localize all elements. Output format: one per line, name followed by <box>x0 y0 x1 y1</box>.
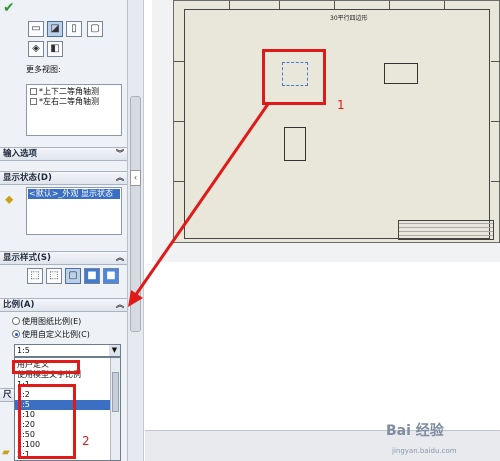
wireframe-style-button[interactable]: ⬚ <box>27 268 43 284</box>
chevron-up-icon[interactable]: ︽ <box>116 299 124 311</box>
scale-header[interactable]: 比例(A) ︽ <box>0 298 127 312</box>
use-sheet-scale-radio[interactable]: 使用图纸比例(E) <box>12 316 81 327</box>
display-state-icon: ⬥ <box>5 192 14 206</box>
list-item[interactable]: *上下二等角轴测 <box>30 87 99 97</box>
list-item[interactable]: *左右二等角轴测 <box>30 97 99 107</box>
zone-tick <box>174 121 184 122</box>
more-views-list[interactable]: *上下二等角轴测 *左右二等角轴测 <box>26 84 122 136</box>
zone-tick <box>229 1 230 9</box>
chevron-up-icon[interactable]: ︽ <box>116 252 124 264</box>
checkbox-icon[interactable] <box>30 98 37 105</box>
zone-tick <box>491 121 500 122</box>
display-state-item[interactable]: <默认>_外观 显示状态 <box>28 189 120 199</box>
more-views-label: 更多视图: <box>26 65 61 74</box>
highlight-box-user-defined <box>12 360 80 374</box>
scrollbar-thumb[interactable] <box>130 96 141 332</box>
highlight-box-view <box>262 49 326 105</box>
zone-tick <box>491 61 500 62</box>
bottom-tab-bar <box>145 430 500 461</box>
checkbox-icon[interactable] <box>30 88 37 95</box>
drawing-view-bottom[interactable] <box>284 127 306 161</box>
callout-number-2: 2 <box>82 434 90 448</box>
radio-selected-icon[interactable] <box>12 330 20 338</box>
zone-tick <box>444 1 445 9</box>
shaded-button[interactable]: ■ <box>103 268 119 284</box>
title-block <box>398 220 494 240</box>
front-view-button[interactable]: ▭ <box>28 21 44 37</box>
right-view-button[interactable]: ▯ <box>66 21 82 37</box>
scrollbar-thumb[interactable] <box>112 372 119 412</box>
watermark-logo: Bai 经验 <box>386 423 444 439</box>
chevron-up-icon[interactable]: ︽ <box>116 172 124 184</box>
drawing-sheet[interactable] <box>173 0 500 243</box>
collapse-arrow-icon[interactable]: ‹ <box>130 170 141 186</box>
zone-tick <box>334 1 335 9</box>
sheet-border <box>184 9 490 239</box>
scale-dropdown[interactable]: 1:5 ▼ <box>14 344 121 357</box>
list-scrollbar[interactable] <box>110 358 120 460</box>
zone-tick <box>389 1 390 9</box>
display-style-header[interactable]: 显示样式(S) ︽ <box>0 251 127 265</box>
use-custom-scale-radio[interactable]: 使用自定义比例(C) <box>12 329 90 340</box>
zone-tick <box>174 181 184 182</box>
display-state-header[interactable]: 显示状态(D) ︽ <box>0 171 127 185</box>
callout-number-1: 1 <box>337 98 345 112</box>
display-state-list[interactable]: <默认>_外观 显示状态 <box>26 187 122 235</box>
dropdown-arrow-icon[interactable]: ▼ <box>109 345 120 356</box>
sheet-title: 30平行四边形 <box>330 15 368 22</box>
isometric-view-button[interactable]: ◈ <box>28 41 44 57</box>
watermark-url: jingyan.baidu.com <box>392 447 457 455</box>
drawing-view-side[interactable] <box>384 63 418 84</box>
chevron-down-icon[interactable]: ︾ <box>116 148 124 160</box>
hidden-lines-visible-button[interactable]: ⬚ <box>46 268 62 284</box>
zone-tick <box>491 181 500 182</box>
back-view-button[interactable]: ▢ <box>87 21 103 37</box>
folder-icon: ▰ <box>2 447 10 458</box>
current-model-view-button[interactable]: ◧ <box>47 41 63 57</box>
ok-check-icon[interactable]: ✔ <box>3 0 15 16</box>
top-view-button[interactable]: ◪ <box>47 21 63 37</box>
shaded-with-edges-button[interactable]: ■ <box>84 268 100 284</box>
zone-tick <box>279 1 280 9</box>
radio-icon[interactable] <box>12 317 20 325</box>
highlight-box-scale-options <box>18 384 76 459</box>
zone-tick <box>174 61 184 62</box>
panel-scrollbar[interactable]: ‹ <box>128 0 144 461</box>
hidden-lines-removed-button[interactable]: ▢ <box>65 268 81 284</box>
input-options-header[interactable]: 输入选项 ︾ <box>0 147 127 161</box>
dimension-header[interactable]: 尺寸 <box>0 388 14 402</box>
